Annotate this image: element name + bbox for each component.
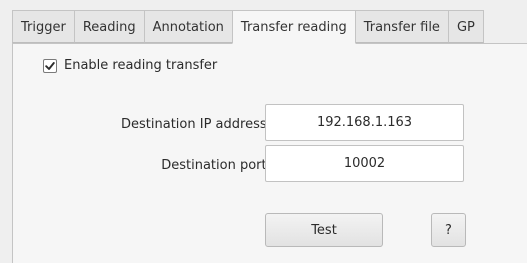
tab-transfer-reading[interactable]: Transfer reading — [231, 10, 356, 44]
destination-ip-label: Destination IP address: — [121, 117, 271, 132]
destination-port-input[interactable] — [265, 145, 464, 182]
destination-ip-input[interactable] — [265, 104, 464, 141]
transfer-reading-panel: Enable reading transfer Destination IP a… — [12, 43, 527, 263]
checkmark-icon — [45, 61, 55, 70]
tab-annotation[interactable]: Annotation — [143, 10, 233, 43]
enable-transfer-checkbox-row[interactable]: Enable reading transfer — [43, 58, 217, 73]
tab-trigger[interactable]: Trigger — [12, 10, 75, 43]
enable-transfer-checkbox[interactable] — [43, 58, 57, 73]
destination-port-label: Destination port: — [161, 158, 271, 173]
tab-gp-truncated[interactable]: GP — [447, 10, 484, 43]
help-button[interactable]: ? — [431, 213, 466, 247]
enable-transfer-label: Enable reading transfer — [64, 58, 218, 73]
tab-transfer-file[interactable]: Transfer file — [354, 10, 449, 43]
tab-bar: Trigger Reading Annotation Transfer read… — [12, 10, 527, 44]
tab-reading[interactable]: Reading — [73, 10, 145, 43]
settings-window: Trigger Reading Annotation Transfer read… — [0, 0, 527, 263]
test-button[interactable]: Test — [265, 213, 383, 247]
